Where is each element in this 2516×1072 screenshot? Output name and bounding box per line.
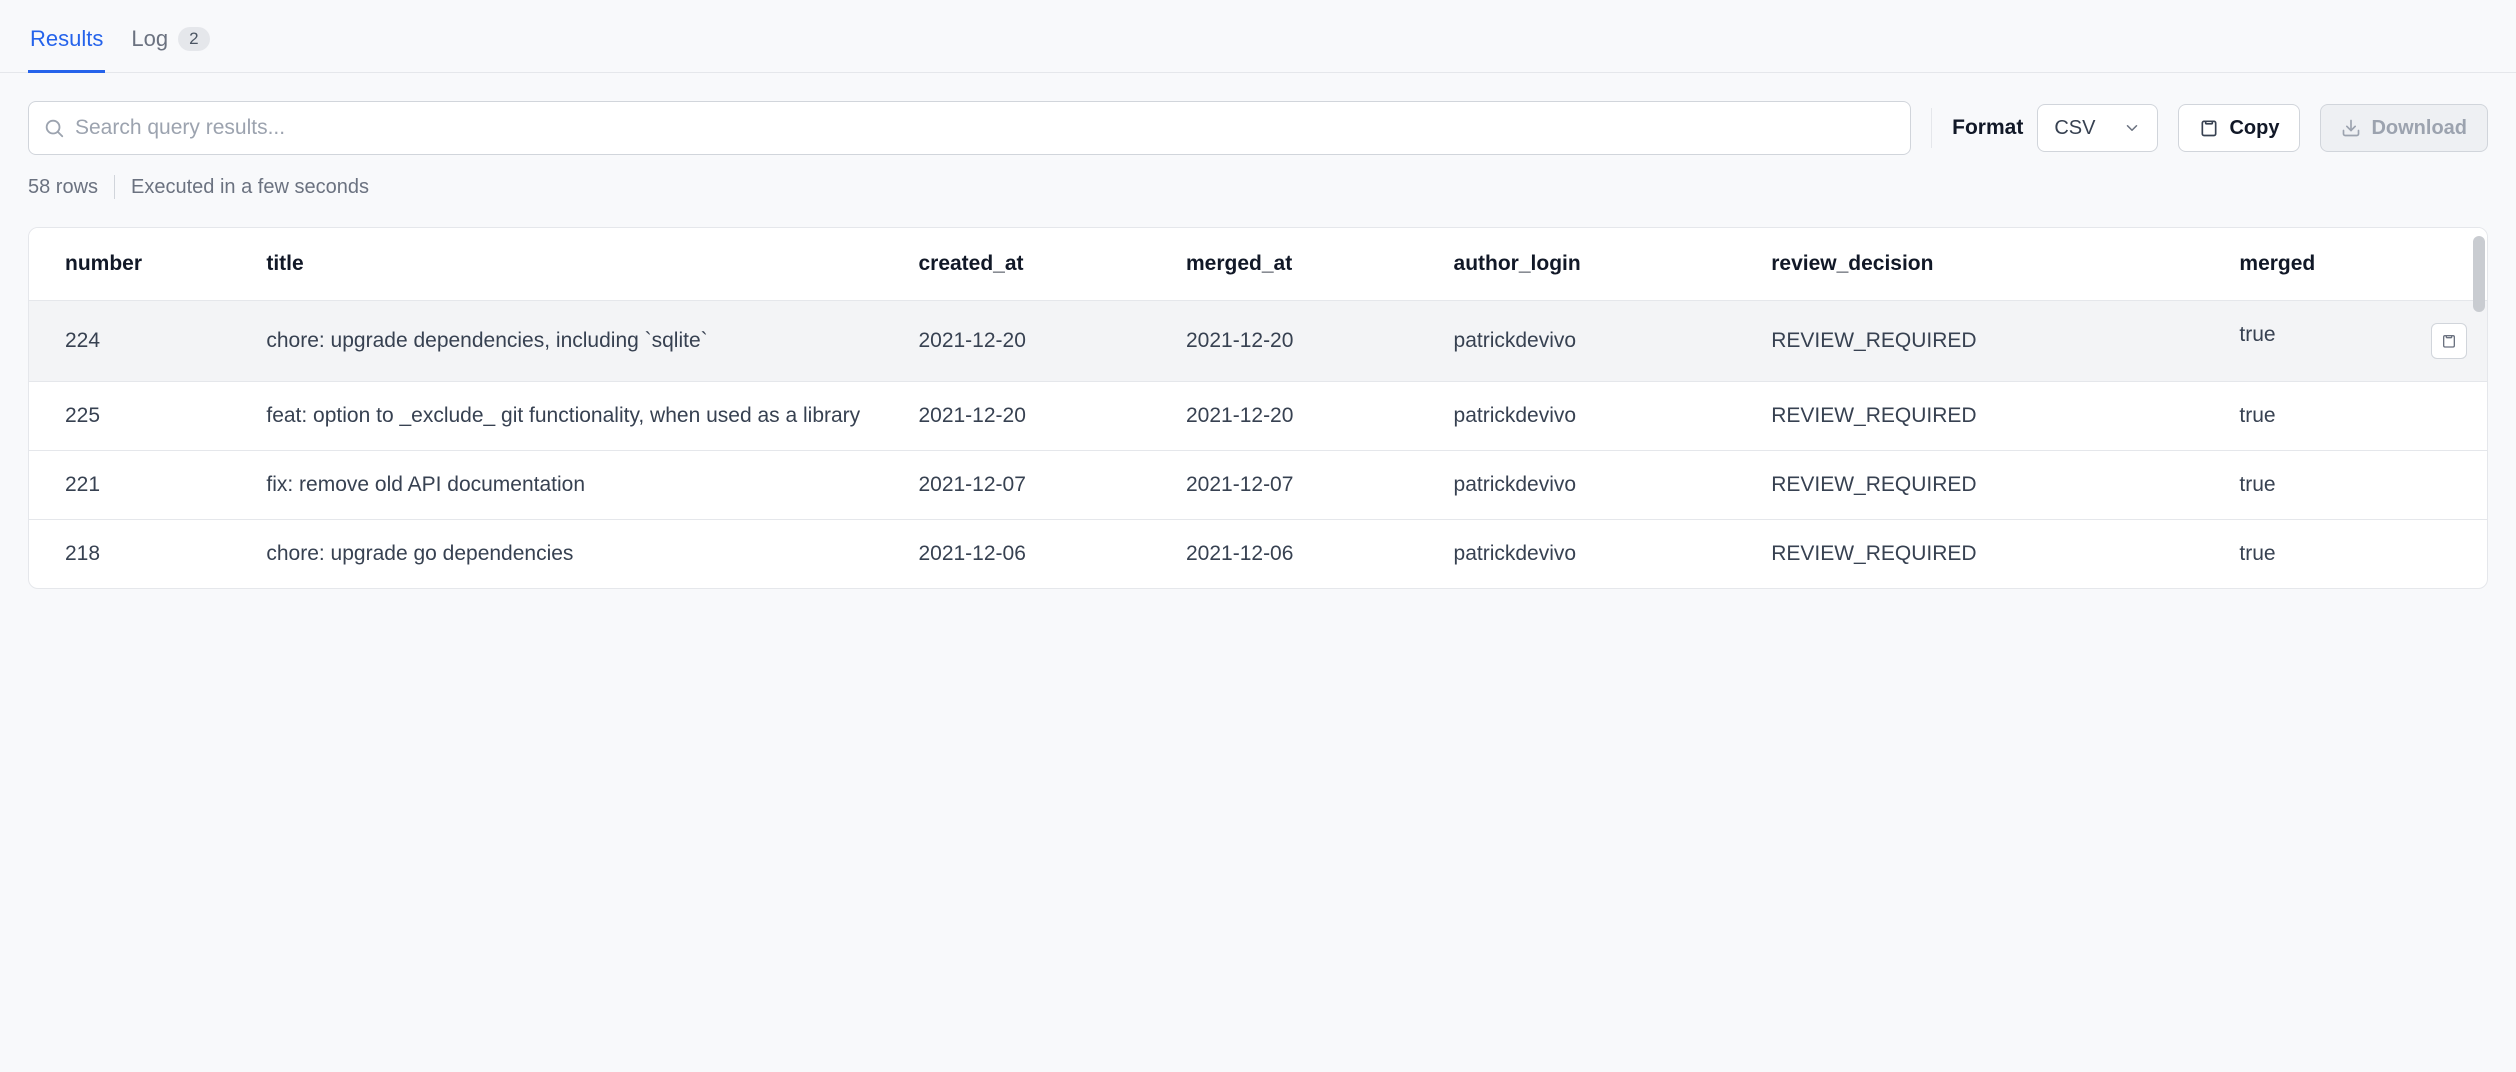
tab-log-count: 2 bbox=[178, 27, 209, 51]
merged-value: true bbox=[2239, 323, 2275, 346]
col-header-title[interactable]: title bbox=[246, 228, 898, 301]
cell-number: 224 bbox=[29, 301, 246, 382]
table-row[interactable]: 224chore: upgrade dependencies, includin… bbox=[29, 301, 2487, 382]
cell-author-login: patrickdevivo bbox=[1434, 451, 1752, 520]
col-header-created-at[interactable]: created_at bbox=[898, 228, 1166, 301]
cell-merged: true bbox=[2219, 382, 2487, 451]
merged-value: true bbox=[2239, 404, 2275, 427]
search-input[interactable] bbox=[75, 116, 1896, 140]
toolbar-divider bbox=[1931, 108, 1932, 148]
search-wrap[interactable] bbox=[28, 101, 1911, 155]
cell-title: fix: remove old API documentation bbox=[246, 451, 898, 520]
cell-created-at: 2021-12-20 bbox=[898, 301, 1166, 382]
merged-value: true bbox=[2239, 473, 2275, 496]
cell-merged: true bbox=[2219, 451, 2487, 520]
col-header-merged[interactable]: merged bbox=[2219, 228, 2487, 301]
cell-number: 225 bbox=[29, 382, 246, 451]
tabs-bar: Results Log 2 bbox=[0, 0, 2516, 73]
tab-results[interactable]: Results bbox=[28, 16, 105, 73]
toolbar: Format CSV Copy Download bbox=[0, 73, 2516, 167]
tab-results-label: Results bbox=[30, 26, 103, 52]
copy-label: Copy bbox=[2229, 117, 2279, 140]
cell-merged: true bbox=[2219, 520, 2487, 589]
cell-created-at: 2021-12-07 bbox=[898, 451, 1166, 520]
table-row[interactable]: 225feat: option to _exclude_ git functio… bbox=[29, 382, 2487, 451]
col-header-review-decision[interactable]: review_decision bbox=[1751, 228, 2219, 301]
results-table-wrap: number title created_at merged_at author… bbox=[28, 227, 2488, 589]
cell-review-decision: REVIEW_REQUIRED bbox=[1751, 451, 2219, 520]
cell-author-login: patrickdevivo bbox=[1434, 382, 1752, 451]
cell-number: 221 bbox=[29, 451, 246, 520]
table-row[interactable]: 221fix: remove old API documentation2021… bbox=[29, 451, 2487, 520]
col-header-number[interactable]: number bbox=[29, 228, 246, 301]
download-label: Download bbox=[2371, 117, 2467, 140]
merged-value: true bbox=[2239, 542, 2275, 565]
format-select[interactable]: CSV bbox=[2037, 104, 2158, 152]
tab-log[interactable]: Log 2 bbox=[129, 16, 211, 73]
cell-title: feat: option to _exclude_ git functional… bbox=[246, 382, 898, 451]
row-count: 58 rows bbox=[28, 176, 98, 199]
search-icon bbox=[43, 117, 65, 139]
clipboard-icon bbox=[2441, 333, 2457, 349]
cell-created-at: 2021-12-06 bbox=[898, 520, 1166, 589]
format-label: Format bbox=[1952, 116, 2023, 140]
cell-author-login: patrickdevivo bbox=[1434, 301, 1752, 382]
cell-merged-at: 2021-12-07 bbox=[1166, 451, 1434, 520]
tab-log-label: Log bbox=[131, 26, 168, 52]
cell-merged-at: 2021-12-20 bbox=[1166, 301, 1434, 382]
results-table: number title created_at merged_at author… bbox=[29, 228, 2487, 588]
col-header-author-login[interactable]: author_login bbox=[1434, 228, 1752, 301]
status-bar: 58 rows Executed in a few seconds bbox=[0, 167, 2516, 217]
cell-merged-at: 2021-12-06 bbox=[1166, 520, 1434, 589]
row-copy-button[interactable] bbox=[2431, 323, 2467, 359]
chevron-down-icon bbox=[2123, 119, 2141, 137]
download-button[interactable]: Download bbox=[2320, 104, 2488, 152]
cell-title: chore: upgrade go dependencies bbox=[246, 520, 898, 589]
cell-merged: true bbox=[2219, 301, 2487, 382]
cell-merged-at: 2021-12-20 bbox=[1166, 382, 1434, 451]
copy-button[interactable]: Copy bbox=[2178, 104, 2300, 152]
format-group: Format CSV bbox=[1952, 104, 2158, 152]
table-row[interactable]: 218chore: upgrade go dependencies2021-12… bbox=[29, 520, 2487, 589]
cell-created-at: 2021-12-20 bbox=[898, 382, 1166, 451]
cell-review-decision: REVIEW_REQUIRED bbox=[1751, 301, 2219, 382]
table-header-row: number title created_at merged_at author… bbox=[29, 228, 2487, 301]
clipboard-icon bbox=[2199, 118, 2219, 138]
format-value: CSV bbox=[2054, 117, 2095, 140]
exec-time: Executed in a few seconds bbox=[131, 176, 369, 199]
download-icon bbox=[2341, 118, 2361, 138]
cell-title: chore: upgrade dependencies, including `… bbox=[246, 301, 898, 382]
cell-review-decision: REVIEW_REQUIRED bbox=[1751, 382, 2219, 451]
cell-number: 218 bbox=[29, 520, 246, 589]
cell-author-login: patrickdevivo bbox=[1434, 520, 1752, 589]
col-header-merged-at[interactable]: merged_at bbox=[1166, 228, 1434, 301]
status-divider bbox=[114, 175, 115, 199]
cell-review-decision: REVIEW_REQUIRED bbox=[1751, 520, 2219, 589]
